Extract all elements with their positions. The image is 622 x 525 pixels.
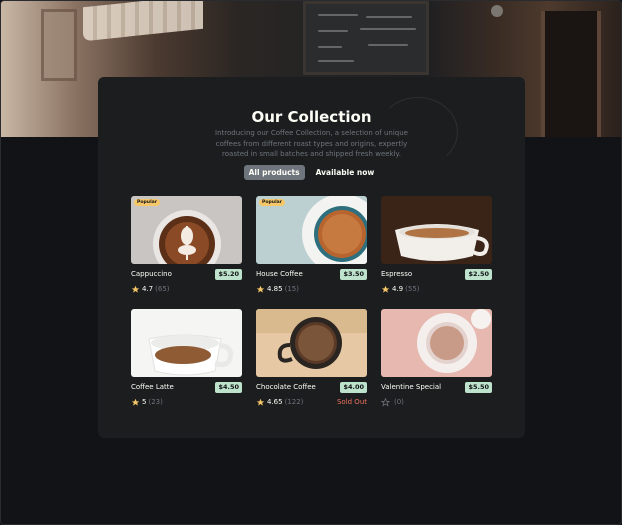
product-card-cappuccino[interactable]: Popular Cappuccino $5.20 4.7 (65) <box>131 196 242 293</box>
product-name: Cappuccino <box>131 270 172 278</box>
product-card-valentine-special[interactable]: Valentine Special $5.50 (0) <box>381 309 492 407</box>
product-image <box>381 196 492 264</box>
hero-lamp <box>491 5 503 17</box>
product-image: Popular <box>131 196 242 264</box>
collection-intro: Introducing our Coffee Collection, a sel… <box>215 129 408 159</box>
product-card-house-coffee[interactable]: Popular House Coffee $3.50 4.85 (15) <box>256 196 367 293</box>
product-image: Popular <box>256 196 367 264</box>
hero-awning <box>83 1 203 42</box>
product-image <box>131 309 242 377</box>
filter-available-now[interactable]: Available now <box>311 165 380 180</box>
star-filled-icon <box>131 398 140 406</box>
collection-title: Our Collection <box>251 108 372 126</box>
product-name: Coffee Latte <box>131 383 174 391</box>
rating-votes: (0) <box>394 398 404 406</box>
product-rating: 4.7 (65) <box>131 285 170 294</box>
product-name: Valentine Special <box>381 383 442 391</box>
product-rating: 4.85 (15) <box>256 285 299 294</box>
product-rating: 4.9 (55) <box>381 285 420 294</box>
product-price: $5.50 <box>465 381 492 393</box>
product-image <box>256 309 367 377</box>
star-filled-icon <box>381 285 390 293</box>
star-filled-icon <box>131 285 140 293</box>
product-image <box>381 309 492 377</box>
filter-tabs: All products Available now <box>98 165 525 180</box>
product-price: $4.50 <box>215 381 242 393</box>
rating-votes: (15) <box>284 285 299 293</box>
rating-votes: (65) <box>155 285 170 293</box>
cappuccino-photo <box>131 196 242 264</box>
chocolate-coffee-photo <box>256 309 367 377</box>
rating-value: 4.7 <box>142 285 154 293</box>
product-rating: 5 (23) <box>131 398 163 407</box>
popular-badge: Popular <box>134 199 161 206</box>
product-name: Chocolate Coffee <box>256 383 316 391</box>
rating-value: 4.65 <box>267 398 283 406</box>
hero-chalkboard <box>303 1 429 75</box>
product-card-chocolate-coffee[interactable]: Chocolate Coffee $4.00 4.65 (122) Sold Ou… <box>256 309 367 406</box>
rating-votes: (23) <box>148 398 163 406</box>
rating-votes: (122) <box>284 398 304 406</box>
collection-card: Our Collection Introducing our Coffee Co… <box>98 77 525 438</box>
star-filled-icon <box>256 285 265 293</box>
hero-window <box>41 9 77 81</box>
hero-door <box>541 11 601 137</box>
product-price: $3.50 <box>340 268 367 280</box>
star-outline-icon <box>381 397 390 407</box>
product-price: $4.00 <box>340 381 367 393</box>
product-grid: Popular Cappuccino $5.20 4.7 (65) Popula… <box>131 196 492 407</box>
product-name: House Coffee <box>256 270 303 278</box>
valentine-special-photo <box>381 309 492 377</box>
rating-votes: (55) <box>405 285 420 293</box>
product-card-espresso[interactable]: Espresso $2.50 4.9 (55) <box>381 196 492 293</box>
product-price: $5.20 <box>215 268 242 280</box>
popular-badge: Popular <box>259 199 286 206</box>
star-filled-icon <box>256 398 265 406</box>
espresso-photo <box>381 196 492 264</box>
rating-value: 5 <box>142 398 147 406</box>
coffee-latte-photo <box>131 309 242 377</box>
rating-value: 4.9 <box>392 285 404 293</box>
house-coffee-photo <box>256 196 367 264</box>
product-name: Espresso <box>381 270 413 278</box>
rating-value: 4.85 <box>267 285 283 293</box>
page-frame: Our Collection Introducing our Coffee Co… <box>0 0 622 525</box>
sold-out-label: Sold Out <box>336 398 367 406</box>
filter-all-products[interactable]: All products <box>243 165 305 180</box>
product-rating: 4.65 (122) <box>256 398 303 407</box>
product-price: $2.50 <box>465 268 492 280</box>
product-card-coffee-latte[interactable]: Coffee Latte $4.50 5 (23) <box>131 309 242 406</box>
product-rating: (0) <box>381 397 404 407</box>
